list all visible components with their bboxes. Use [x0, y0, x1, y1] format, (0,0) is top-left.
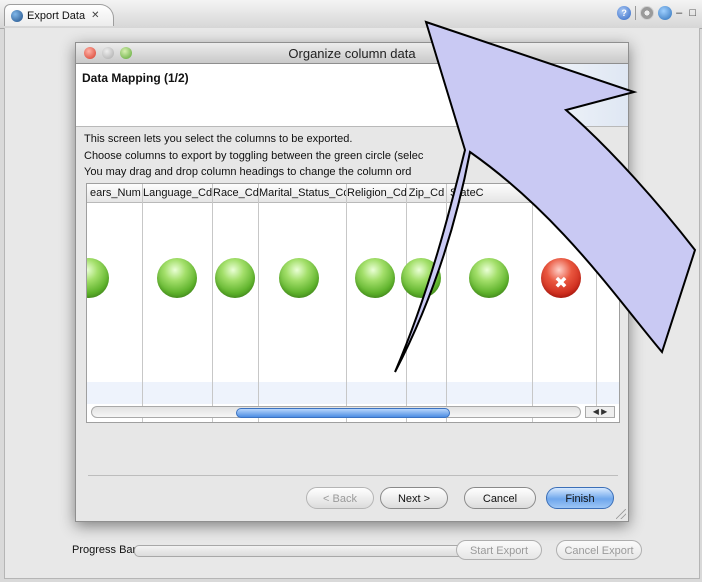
description-line: You may drag and drop column headings to… [84, 166, 412, 178]
header-banner [458, 64, 628, 126]
back-button[interactable]: < Back [306, 487, 374, 509]
include-toggle-icon[interactable] [355, 258, 395, 298]
column-cell[interactable] [213, 202, 258, 382]
column-religion-cd[interactable]: Religion_Cd [347, 184, 407, 422]
tab-export-data[interactable]: Export Data ✕ [4, 4, 114, 26]
column-statec[interactable]: StateC [447, 184, 533, 422]
column-row [407, 382, 446, 404]
column-cell[interactable] [143, 202, 212, 382]
minimize-maximize-icons[interactable]: – □ [676, 7, 698, 19]
description-line: This screen lets you select the columns … [84, 133, 353, 145]
column-row [143, 382, 212, 404]
scrollbar-track[interactable] [91, 406, 581, 418]
column-heading[interactable]: Language_Cd [143, 184, 212, 202]
include-toggle-icon[interactable] [279, 258, 319, 298]
column-ears-num[interactable]: ears_Num [87, 184, 143, 422]
column-heading [597, 184, 619, 202]
column-row [597, 382, 619, 404]
column-cell[interactable] [447, 202, 532, 382]
scrollbar-thumb[interactable] [236, 408, 450, 418]
column-cell[interactable] [259, 202, 346, 382]
page-title: Data Mapping (1/2) [82, 71, 189, 85]
resize-grip-icon[interactable] [616, 509, 626, 519]
dialog-header: Data Mapping (1/2) [76, 64, 628, 127]
view-tab-bar: Export Data ✕ ? – □ [0, 0, 702, 29]
column-zip-cd[interactable]: Zip_Cd [401, 184, 447, 422]
start-export-button[interactable]: Start Export [456, 540, 542, 560]
column-heading[interactable]: Zip_Cd [407, 184, 446, 202]
horizontal-scrollbar[interactable]: ◀ ▶ [91, 405, 615, 419]
column-heading[interactable]: StateC [447, 184, 532, 202]
column-cell[interactable] [347, 202, 406, 382]
include-toggle-icon[interactable] [157, 258, 197, 298]
include-toggle-icon[interactable] [469, 258, 509, 298]
dialog-titlebar[interactable]: Organize column data [76, 43, 628, 64]
column-row [533, 382, 596, 404]
column-language-cd[interactable]: Language_Cd [143, 184, 213, 422]
gear-icon[interactable] [640, 6, 655, 20]
column-row [213, 382, 258, 404]
progress-row: Progress Bar Start Export Cancel Export [72, 540, 652, 562]
next-button[interactable]: Next > [380, 487, 448, 509]
column-table: ears_Num Language_Cd Race_Cd Marital_Sta… [86, 183, 620, 423]
close-tab-icon[interactable]: ✕ [91, 10, 99, 21]
include-toggle-icon[interactable] [87, 258, 109, 298]
sync-icon[interactable] [658, 6, 673, 20]
toolbar-separator [635, 6, 637, 20]
column-row [87, 382, 142, 404]
column-heading[interactable]: Race_Cd [213, 184, 258, 202]
include-toggle-icon[interactable] [215, 258, 255, 298]
column-race-cd[interactable]: Race_Cd [213, 184, 259, 422]
column-heading[interactable]: Religion_Cd [347, 184, 406, 202]
organize-column-dialog: Organize column data Data Mapping (1/2) … [75, 42, 629, 522]
column-heading[interactable] [533, 184, 596, 202]
dialog-title: Organize column data [288, 46, 416, 61]
column-cell[interactable] [401, 202, 446, 382]
help-icon[interactable]: ? [617, 6, 632, 20]
tab-label: Export Data [27, 9, 86, 22]
export-data-icon [11, 9, 23, 22]
column-row [347, 382, 406, 404]
column-heading[interactable]: Marital_Status_Cd [259, 184, 346, 202]
column-cell[interactable] [533, 202, 596, 382]
description-line: Choose columns to export by toggling bet… [84, 150, 424, 162]
column-row [447, 382, 532, 404]
view-toolbar: ? – □ [617, 6, 698, 20]
column-excluded[interactable] [533, 184, 597, 422]
column-row [259, 382, 346, 404]
cancel-button[interactable]: Cancel [464, 487, 536, 509]
include-toggle-icon[interactable] [401, 258, 441, 298]
cancel-export-button[interactable]: Cancel Export [556, 540, 642, 560]
progress-label: Progress Bar [72, 544, 137, 556]
footer-divider [88, 475, 618, 476]
scroll-arrows-icon[interactable]: ◀ ▶ [585, 406, 615, 418]
column-empty [597, 184, 619, 422]
finish-button[interactable]: Finish [546, 487, 614, 509]
exclude-toggle-icon[interactable] [541, 258, 581, 298]
column-heading[interactable]: ears_Num [87, 184, 142, 202]
column-cell[interactable] [87, 202, 142, 382]
column-marital-status-cd[interactable]: Marital_Status_Cd [259, 184, 347, 422]
